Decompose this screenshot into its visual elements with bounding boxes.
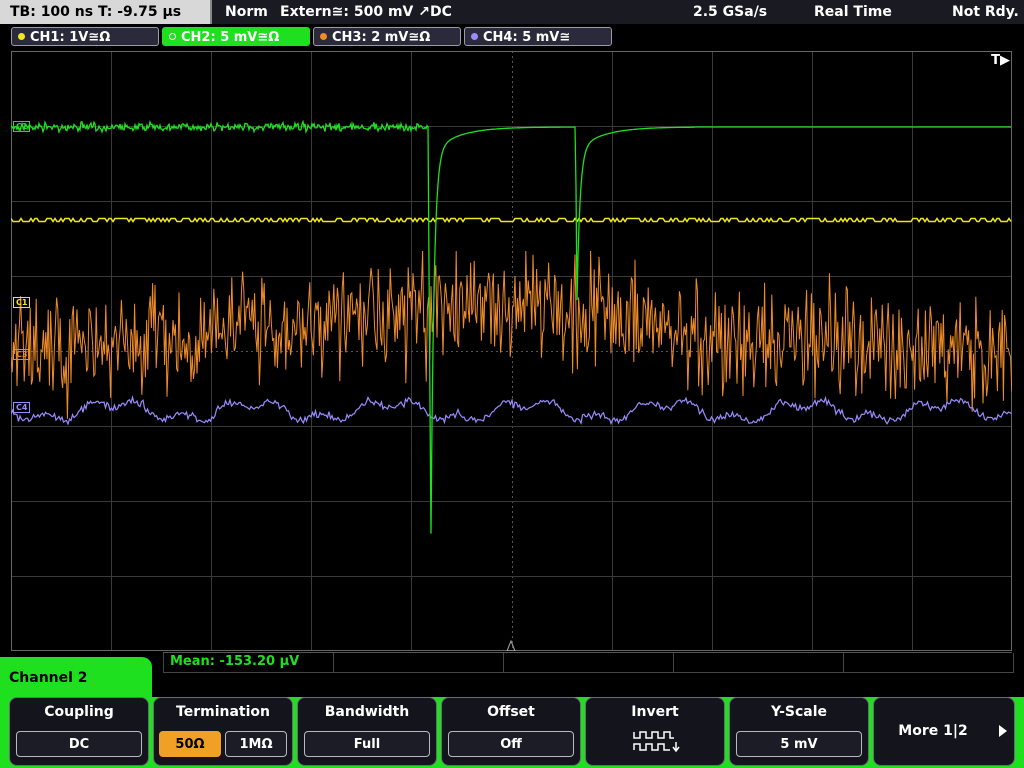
- acquisition-mode[interactable]: Real Time: [814, 0, 892, 24]
- status-bar: TB: 100 ns T: -9.75 µs Norm Extern≅: 500…: [0, 0, 1024, 24]
- channel-3-button[interactable]: CH3: 2 mV≅Ω: [313, 27, 461, 46]
- bandwidth-value-button[interactable]: Full: [304, 731, 430, 757]
- ch4-dot-icon: [471, 33, 478, 40]
- ch3-dot-icon: [320, 33, 327, 40]
- measurement-cell-empty: [503, 653, 674, 673]
- yscale-value-button[interactable]: 5 mV: [736, 731, 862, 757]
- channel-1-button[interactable]: CH1: 1V≅Ω: [11, 27, 159, 46]
- measurement-cell[interactable]: Mean: -153.20 µV: [163, 653, 334, 673]
- more-softkey[interactable]: More 1|2: [873, 697, 1015, 766]
- mean-measurement: Mean: -153.20 µV: [170, 654, 300, 669]
- sample-rate: 2.5 GSa/s: [693, 4, 768, 20]
- termination-1mohm-button[interactable]: 1MΩ: [225, 731, 287, 757]
- bandwidth-title: Bandwidth: [324, 704, 410, 720]
- channel-4-button[interactable]: CH4: 5 mV≅: [464, 27, 612, 46]
- channel-4-label: CH4: 5 mV≅: [483, 30, 571, 45]
- coupling-value-button[interactable]: DC: [16, 731, 142, 757]
- offset-title: Offset: [487, 704, 535, 720]
- trigger-mode[interactable]: Norm: [225, 0, 268, 24]
- offset-softkey[interactable]: Offset Off: [441, 697, 581, 766]
- yscale-softkey[interactable]: Y-Scale 5 mV: [729, 697, 869, 766]
- ch2-dot-icon: [169, 33, 176, 40]
- measurement-cell-empty: [843, 653, 1014, 673]
- measurement-cell-empty: [673, 653, 844, 673]
- invert-waveform-icon: [633, 731, 680, 753]
- waveform-svg: [11, 51, 1012, 651]
- channel-menu-tab[interactable]: Channel 2: [0, 657, 152, 699]
- graticule: [11, 51, 1012, 651]
- trigger-marker[interactable]: T▶: [991, 53, 1010, 68]
- more-label: More 1|2: [898, 723, 968, 739]
- ch1-offset-marker[interactable]: C1: [13, 297, 31, 308]
- channel-2-button[interactable]: CH2: 5 mV≅Ω: [162, 27, 310, 46]
- yscale-title: Y-Scale: [770, 704, 827, 720]
- timebase-readout[interactable]: TB: 100 ns T: -9.75 µs: [0, 0, 212, 24]
- acquisition-state: Not Rdy.: [952, 4, 1019, 20]
- trigger-source[interactable]: Extern≅: 500 mV ↗DC: [280, 0, 452, 24]
- coupling-title: Coupling: [44, 704, 114, 720]
- ch1-dot-icon: [18, 33, 25, 40]
- bandwidth-softkey[interactable]: Bandwidth Full: [297, 697, 437, 766]
- channel-4-trace: [11, 395, 1012, 426]
- termination-softkey[interactable]: Termination 50Ω 1MΩ: [153, 697, 293, 766]
- channel-bar: CH1: 1V≅Ω CH2: 5 mV≅Ω CH3: 2 mV≅Ω CH4: 5…: [0, 24, 1024, 48]
- channel-3-label: CH3: 2 mV≅Ω: [332, 30, 431, 45]
- waveform-display[interactable]: T▶ C2 C1 C3 C4: [11, 51, 1012, 651]
- channel-1-label: CH1: 1V≅Ω: [30, 30, 111, 45]
- channel-2-label: CH2: 5 mV≅Ω: [181, 30, 280, 45]
- arrow-right-icon: [999, 725, 1007, 737]
- measurement-panel: Mean: -153.20 µV: [163, 652, 1014, 691]
- offset-value-button[interactable]: Off: [448, 731, 574, 757]
- coupling-softkey[interactable]: Coupling DC: [9, 697, 149, 766]
- termination-50ohm-button[interactable]: 50Ω: [159, 731, 221, 757]
- ch4-offset-marker[interactable]: C4: [13, 402, 31, 413]
- termination-title: Termination: [176, 704, 270, 720]
- measurement-cell-empty: [333, 653, 504, 673]
- invert-title: Invert: [631, 704, 679, 720]
- ch3-offset-marker[interactable]: C3: [13, 349, 31, 360]
- invert-softkey[interactable]: Invert: [585, 697, 725, 766]
- channel-menu-title: Channel 2: [9, 670, 88, 686]
- ch2-offset-marker[interactable]: C2: [13, 121, 31, 132]
- trigger-position-icon: [506, 639, 516, 651]
- channel-1-trace: [11, 217, 1012, 223]
